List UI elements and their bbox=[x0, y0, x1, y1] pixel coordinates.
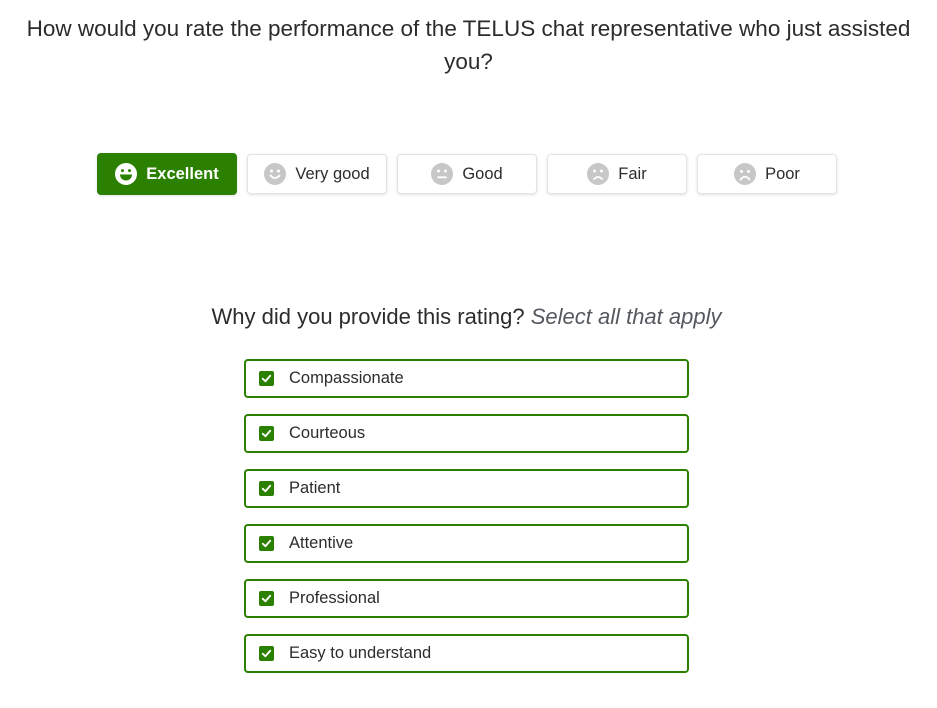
rating-options: Excellent Very good Good Fair Poor bbox=[97, 153, 837, 195]
checked-checkbox-icon[interactable] bbox=[259, 536, 274, 551]
checked-checkbox-icon[interactable] bbox=[259, 646, 274, 661]
neutral-face-icon bbox=[431, 163, 454, 185]
checked-checkbox-icon[interactable] bbox=[259, 371, 274, 386]
rating-label: Excellent bbox=[146, 164, 219, 183]
sad-face-icon bbox=[734, 163, 757, 185]
checked-checkbox-icon[interactable] bbox=[259, 591, 274, 606]
reasons-hint: Select all that apply bbox=[530, 304, 722, 329]
rating-label: Very good bbox=[295, 164, 370, 183]
rating-label: Fair bbox=[618, 164, 647, 183]
reason-patient-option[interactable]: Patient bbox=[244, 469, 689, 508]
reasons-question: Why did you provide this rating? bbox=[211, 304, 525, 329]
reason-label: Patient bbox=[289, 479, 341, 497]
reason-label: Attentive bbox=[289, 534, 354, 552]
checked-checkbox-icon[interactable] bbox=[259, 426, 274, 441]
reason-label: Professional bbox=[289, 589, 380, 607]
reason-compassionate-option[interactable]: Compassionate bbox=[244, 359, 689, 398]
rating-label: Good bbox=[462, 164, 503, 183]
reason-label: Compassionate bbox=[289, 369, 404, 387]
checked-checkbox-icon[interactable] bbox=[259, 481, 274, 496]
rating-very-good-button[interactable]: Very good bbox=[247, 154, 387, 194]
reasons-list: Compassionate Courteous Patient Attentiv… bbox=[244, 359, 689, 673]
reason-attentive-option[interactable]: Attentive bbox=[244, 524, 689, 563]
reason-label: Courteous bbox=[289, 424, 366, 442]
reason-courteous-option[interactable]: Courteous bbox=[244, 414, 689, 453]
rating-fair-button[interactable]: Fair bbox=[547, 154, 687, 194]
rating-label: Poor bbox=[765, 164, 800, 183]
frowning-face-icon bbox=[587, 163, 610, 185]
laughing-face-icon bbox=[115, 163, 138, 185]
rating-excellent-button[interactable]: Excellent bbox=[97, 153, 237, 195]
rating-good-button[interactable]: Good bbox=[397, 154, 537, 194]
rating-poor-button[interactable]: Poor bbox=[697, 154, 837, 194]
smiling-face-icon bbox=[264, 163, 287, 185]
reason-easy-to-understand-option[interactable]: Easy to understand bbox=[244, 634, 689, 673]
reason-label: Easy to understand bbox=[289, 644, 432, 662]
reasons-title: Why did you provide this rating? Select … bbox=[0, 301, 933, 333]
survey-question: How would you rate the performance of th… bbox=[26, 16, 911, 74]
reason-professional-option[interactable]: Professional bbox=[244, 579, 689, 618]
